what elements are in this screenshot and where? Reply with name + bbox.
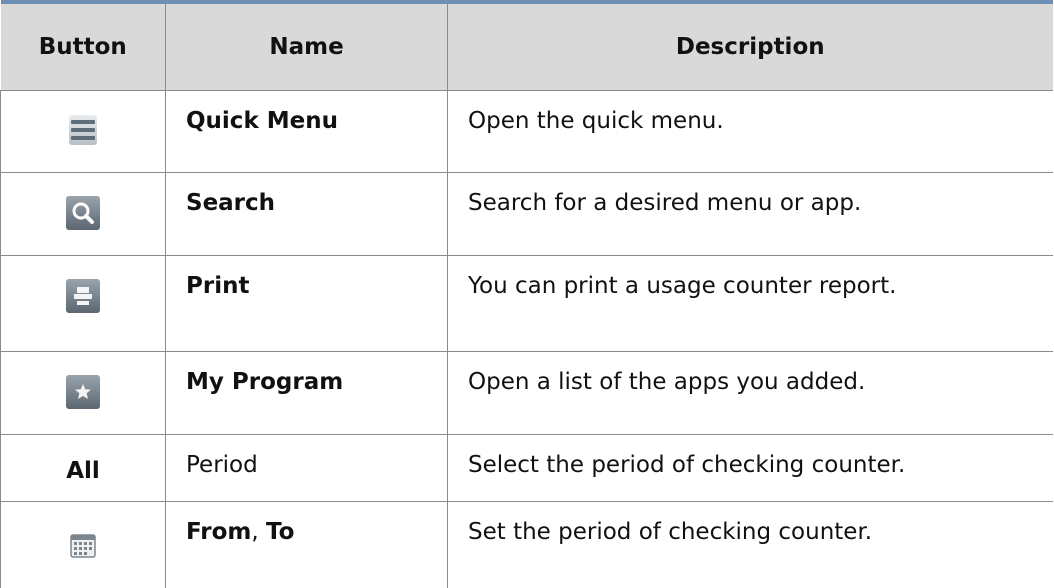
print-icon (66, 278, 100, 313)
table-row: Search Search for a desired menu or app. (0, 172, 1053, 256)
name-cell: Period (165, 434, 448, 502)
header-description: Description (447, 0, 1053, 91)
button-cell (0, 172, 166, 256)
button-reference-table: Button Name Description Quick Menu Open … (0, 0, 1054, 588)
name-cell: Print (165, 255, 448, 352)
name-cell: From, To (165, 501, 448, 588)
table-row: From, To Set the period of checking coun… (0, 501, 1053, 588)
search-icon (66, 195, 100, 230)
description-cell: Set the period of checking counter. (447, 501, 1053, 588)
table-row: Print You can print a usage counter repo… (0, 255, 1053, 352)
button-cell (0, 90, 166, 173)
table-row: Quick Menu Open the quick menu. (0, 90, 1053, 173)
description-cell: Open the quick menu. (447, 90, 1053, 173)
description-cell: Open a list of the apps you added. (447, 351, 1053, 435)
name-cell: Search (165, 172, 448, 256)
description-cell: You can print a usage counter report. (447, 255, 1053, 352)
description-cell: Search for a desired menu or app. (447, 172, 1053, 256)
all-button-label: All (66, 457, 100, 484)
name-separator: , (251, 518, 266, 545)
header-button: Button (0, 0, 166, 91)
table-row: All Period Select the period of checking… (0, 434, 1053, 502)
quick-menu-icon (69, 114, 97, 145)
to-label: To (265, 518, 295, 545)
button-cell: All (0, 434, 166, 502)
from-label: From (186, 518, 252, 545)
table: Button Name Description Quick Menu Open … (0, 0, 1053, 588)
header-name: Name (165, 0, 448, 91)
button-cell (0, 501, 166, 588)
table-row: My Program Open a list of the apps you a… (0, 351, 1053, 435)
star-icon (66, 374, 100, 409)
name-cell: My Program (165, 351, 448, 435)
calendar-icon (68, 531, 98, 561)
button-cell (0, 255, 166, 352)
table-header-row: Button Name Description (0, 0, 1053, 91)
name-cell: Quick Menu (165, 90, 448, 173)
description-cell: Select the period of checking counter. (447, 434, 1053, 502)
button-cell (0, 351, 166, 435)
